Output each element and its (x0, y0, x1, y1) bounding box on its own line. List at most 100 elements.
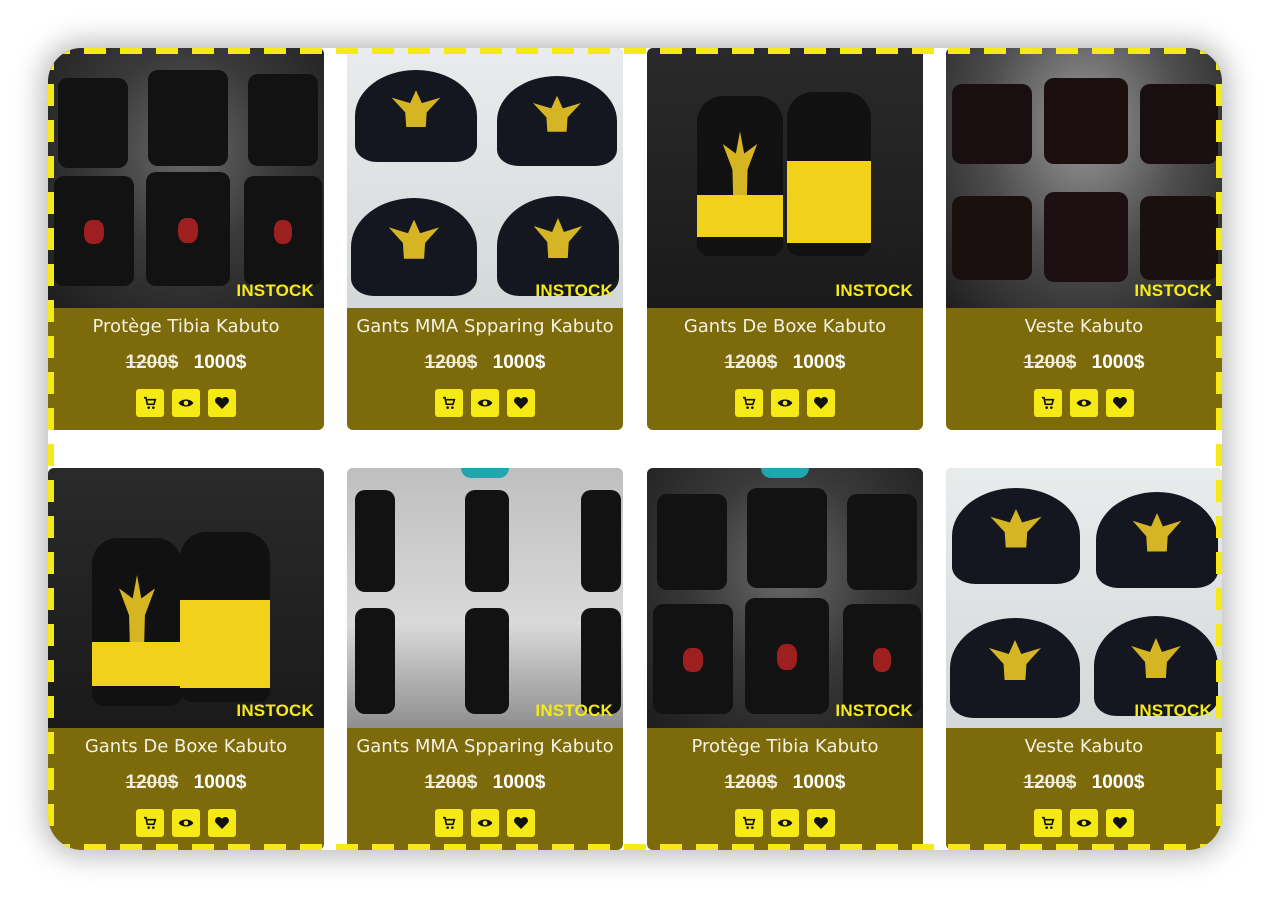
stock-badge: INSTOCK (835, 701, 913, 720)
product-card[interactable]: INSTOCK Gants MMA Spparing Kabuto 1200$ … (347, 48, 623, 430)
wishlist-button[interactable] (1106, 809, 1134, 837)
card-actions (946, 389, 1222, 417)
add-to-cart-button[interactable] (1034, 389, 1062, 417)
stock-badge: INSTOCK (236, 281, 314, 300)
eye-icon (178, 819, 194, 827)
product-image[interactable] (347, 468, 623, 728)
heart-icon (814, 817, 828, 829)
heart-icon (514, 397, 528, 409)
quick-view-button[interactable] (771, 809, 799, 837)
quick-view-button[interactable] (771, 389, 799, 417)
current-price: 1000$ (492, 772, 546, 793)
heart-icon (215, 817, 229, 829)
card-actions (647, 389, 923, 417)
old-price: 1200$ (724, 352, 778, 373)
product-title[interactable]: Veste Kabuto (946, 316, 1222, 337)
product-image[interactable] (946, 48, 1222, 308)
quick-view-button[interactable] (1070, 809, 1098, 837)
card-actions (48, 389, 324, 417)
card-actions (347, 809, 623, 837)
product-image[interactable] (946, 468, 1222, 728)
wishlist-button[interactable] (208, 809, 236, 837)
cart-icon (743, 396, 756, 409)
product-title[interactable]: Gants MMA Spparing Kabuto (347, 316, 623, 337)
current-price: 1000$ (193, 772, 247, 793)
quick-view-button[interactable] (471, 809, 499, 837)
add-to-cart-button[interactable] (1034, 809, 1062, 837)
wishlist-button[interactable] (807, 389, 835, 417)
card-actions (946, 809, 1222, 837)
product-image[interactable] (647, 48, 923, 308)
old-price: 1200$ (424, 352, 478, 373)
cart-icon (1042, 816, 1055, 829)
product-image[interactable] (48, 48, 324, 308)
stock-badge: INSTOCK (1134, 281, 1212, 300)
quick-view-button[interactable] (172, 809, 200, 837)
wishlist-button[interactable] (507, 809, 535, 837)
wishlist-button[interactable] (507, 389, 535, 417)
add-to-cart-button[interactable] (735, 809, 763, 837)
product-card[interactable]: INSTOCK Protège Tibia Kabuto 1200$ 1000$ (48, 48, 324, 430)
product-image[interactable] (347, 48, 623, 308)
old-price: 1200$ (125, 772, 179, 793)
heart-icon (215, 397, 229, 409)
stock-badge: INSTOCK (535, 701, 613, 720)
product-title[interactable]: Gants De Boxe Kabuto (647, 316, 923, 337)
wishlist-button[interactable] (208, 389, 236, 417)
current-price: 1000$ (1091, 352, 1145, 373)
heart-icon (814, 397, 828, 409)
old-price: 1200$ (1023, 772, 1077, 793)
price-block: 1200$ 1000$ (48, 772, 324, 794)
product-image[interactable] (647, 468, 923, 728)
cart-icon (443, 396, 456, 409)
product-card[interactable]: INSTOCK Veste Kabuto 1200$ 1000$ (946, 48, 1222, 430)
add-to-cart-button[interactable] (136, 389, 164, 417)
product-card[interactable]: INSTOCK Gants MMA Spparing Kabuto 1200$ … (347, 468, 623, 850)
eye-icon (477, 819, 493, 827)
corner-ribbon (761, 468, 809, 478)
price-block: 1200$ 1000$ (946, 352, 1222, 374)
product-card[interactable]: INSTOCK Gants De Boxe Kabuto 1200$ 1000$ (647, 48, 923, 430)
cart-icon (743, 816, 756, 829)
heart-icon (1113, 817, 1127, 829)
stock-badge: INSTOCK (236, 701, 314, 720)
current-price: 1000$ (492, 352, 546, 373)
product-title[interactable]: Protège Tibia Kabuto (48, 316, 324, 337)
eye-icon (1076, 399, 1092, 407)
cart-icon (1042, 396, 1055, 409)
add-to-cart-button[interactable] (136, 809, 164, 837)
product-image[interactable] (48, 468, 324, 728)
product-title[interactable]: Gants MMA Spparing Kabuto (347, 736, 623, 757)
current-price: 1000$ (792, 352, 846, 373)
quick-view-button[interactable] (1070, 389, 1098, 417)
eye-icon (178, 399, 194, 407)
quick-view-button[interactable] (471, 389, 499, 417)
add-to-cart-button[interactable] (735, 389, 763, 417)
cart-icon (443, 816, 456, 829)
cart-icon (144, 396, 157, 409)
product-card[interactable]: INSTOCK Protège Tibia Kabuto 1200$ 1000$ (647, 468, 923, 850)
current-price: 1000$ (193, 352, 247, 373)
old-price: 1200$ (724, 772, 778, 793)
product-card[interactable]: INSTOCK Gants De Boxe Kabuto 1200$ 1000$ (48, 468, 324, 850)
eye-icon (1076, 819, 1092, 827)
card-actions (347, 389, 623, 417)
add-to-cart-button[interactable] (435, 809, 463, 837)
wishlist-button[interactable] (1106, 389, 1134, 417)
price-block: 1200$ 1000$ (48, 352, 324, 374)
product-grid: INSTOCK Protège Tibia Kabuto 1200$ 1000$… (48, 48, 1222, 850)
current-price: 1000$ (792, 772, 846, 793)
quick-view-button[interactable] (172, 389, 200, 417)
corner-ribbon (461, 468, 509, 478)
eye-icon (777, 399, 793, 407)
eye-icon (777, 819, 793, 827)
product-title[interactable]: Veste Kabuto (946, 736, 1222, 757)
card-actions (647, 809, 923, 837)
product-title[interactable]: Protège Tibia Kabuto (647, 736, 923, 757)
product-card[interactable]: INSTOCK Veste Kabuto 1200$ 1000$ (946, 468, 1222, 850)
card-actions (48, 809, 324, 837)
eye-icon (477, 399, 493, 407)
wishlist-button[interactable] (807, 809, 835, 837)
add-to-cart-button[interactable] (435, 389, 463, 417)
product-title[interactable]: Gants De Boxe Kabuto (48, 736, 324, 757)
